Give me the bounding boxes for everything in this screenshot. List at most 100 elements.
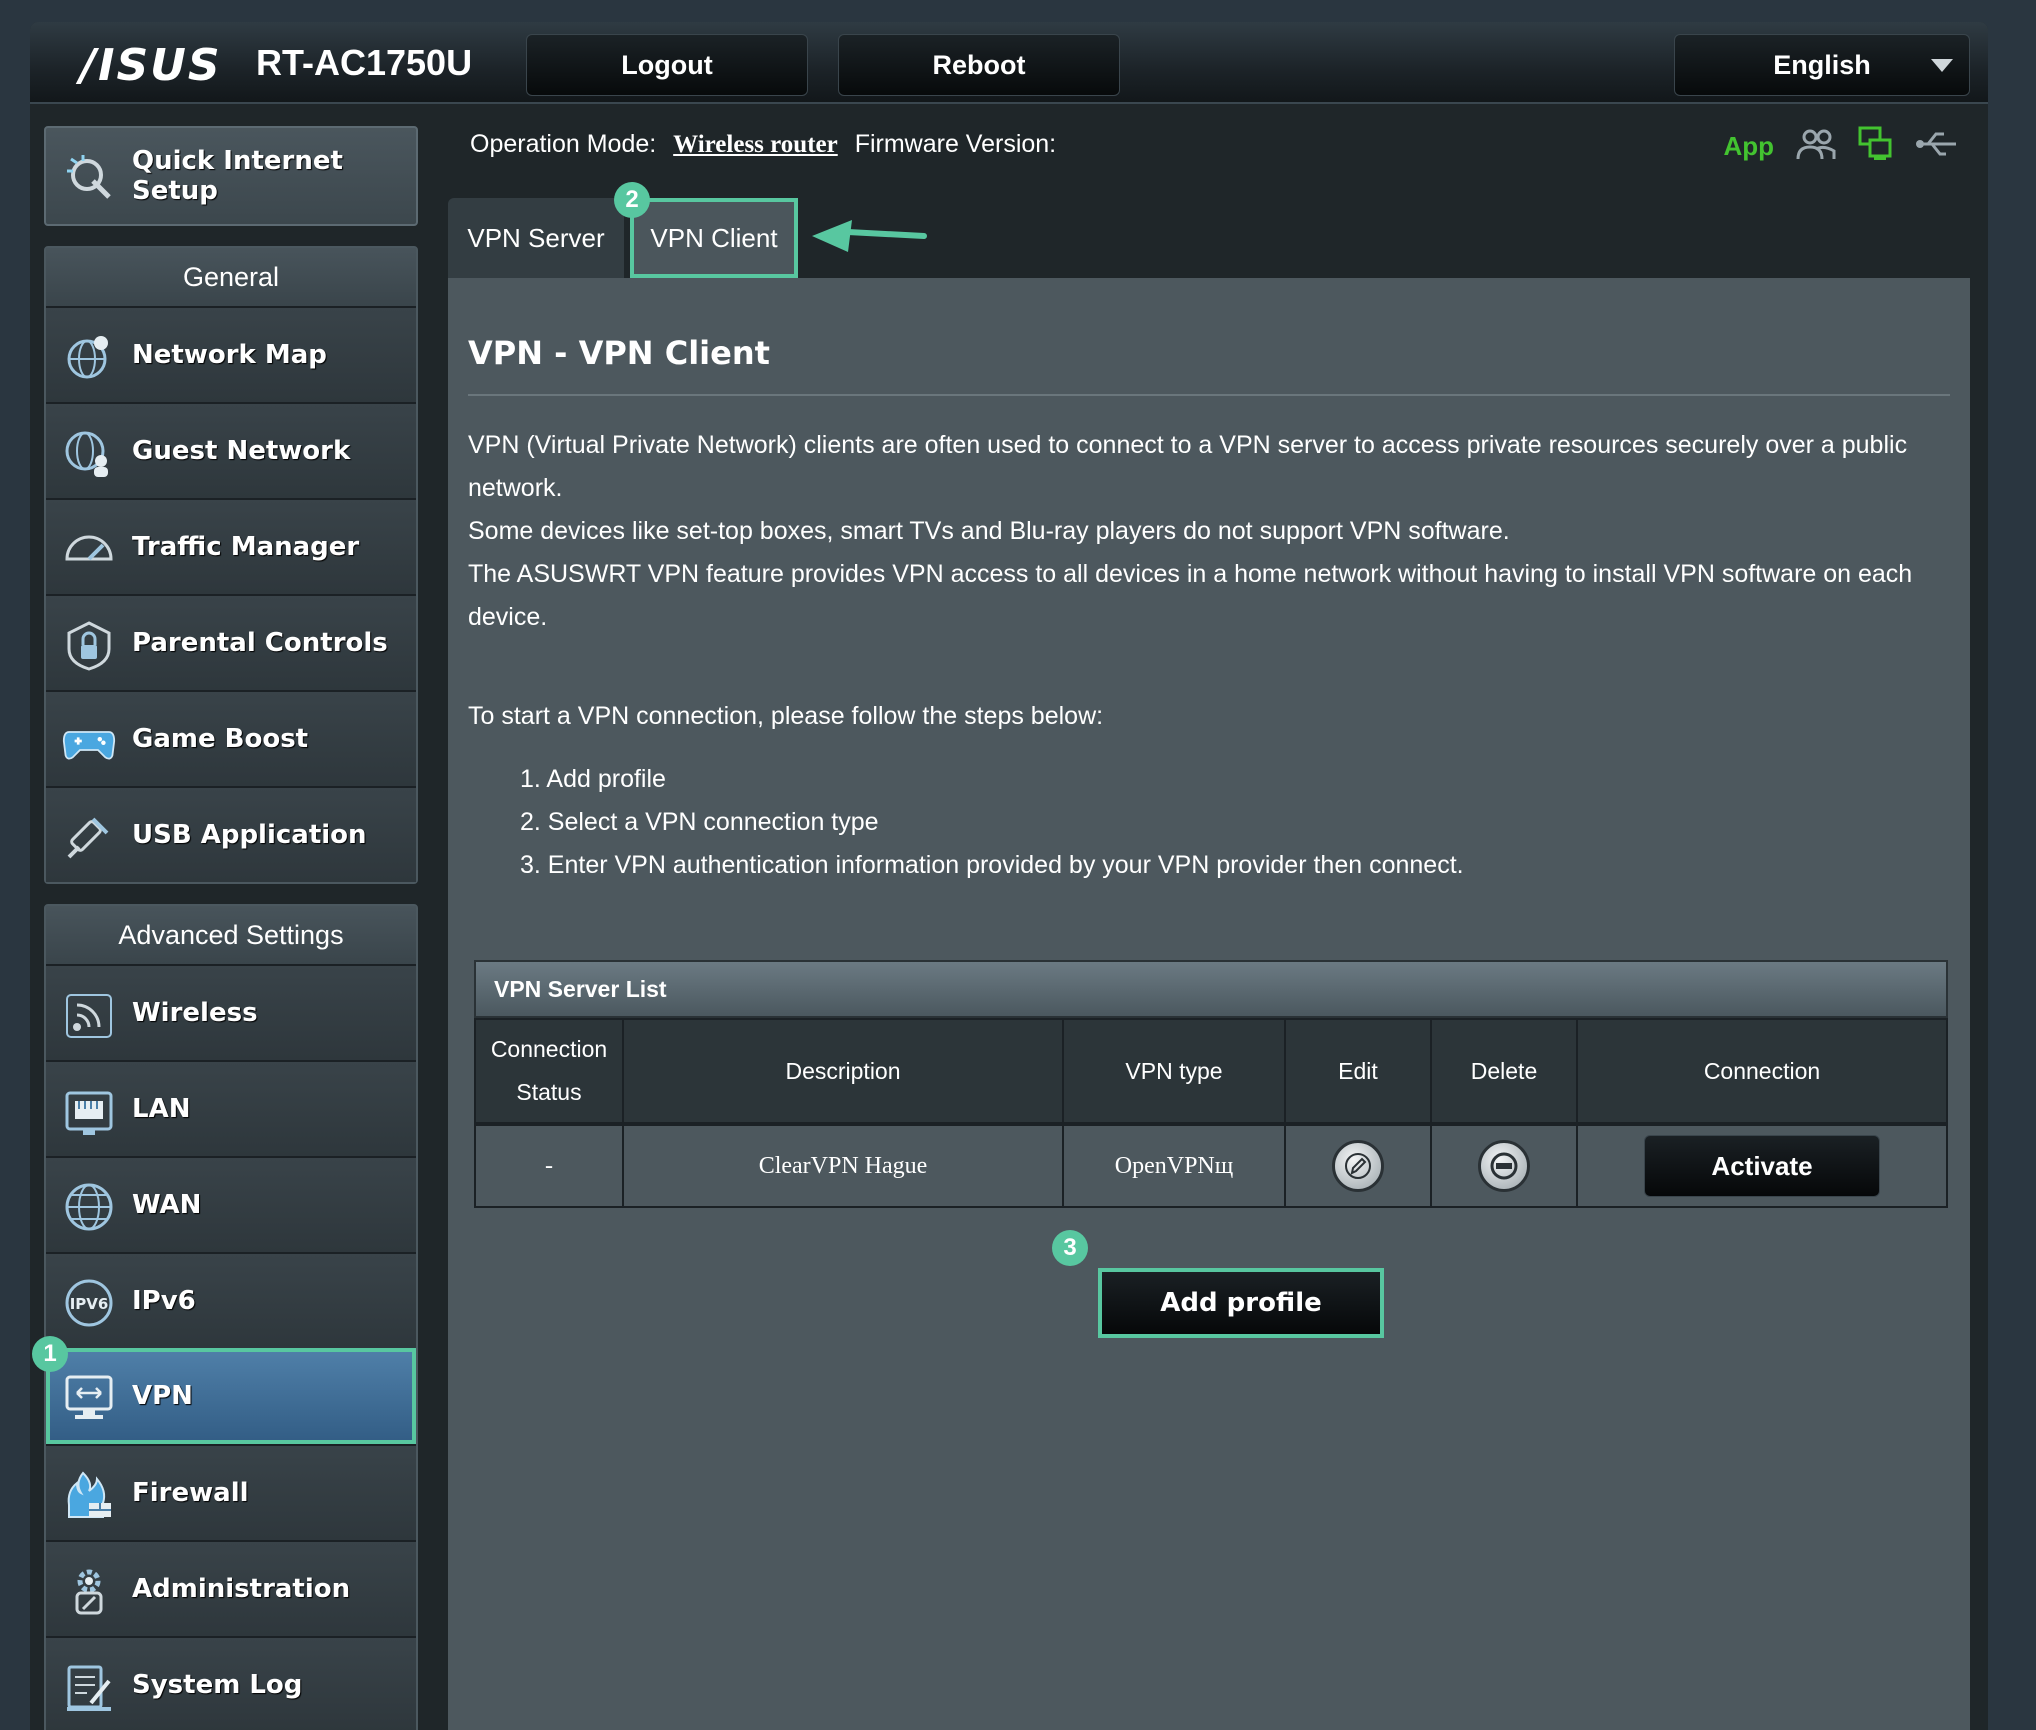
reboot-button[interactable]: Reboot <box>838 34 1120 96</box>
column-header-edit: Edit <box>1286 1020 1432 1122</box>
sidebar-item-ipv6[interactable]: IPV6 IPv6 <box>46 1252 416 1348</box>
edit-pencil-icon[interactable] <box>1332 1140 1384 1192</box>
sidebar: Quick Internet Setup General Network Map… <box>44 126 418 1730</box>
step-badge-3: 3 <box>1052 1230 1088 1266</box>
clients-icon[interactable] <box>1796 127 1836 166</box>
general-menu: General Network Map Guest Network Traffi… <box>44 246 418 884</box>
vpn-description: VPN (Virtual Private Network) clients ar… <box>468 424 1948 639</box>
sidebar-item-system-log[interactable]: System Log <box>46 1636 416 1730</box>
step-badge-1: 1 <box>32 1336 68 1372</box>
step-badge-2: 2 <box>614 182 650 218</box>
admin-gear-icon <box>62 1564 116 1618</box>
sidebar-item-label: Game Boost <box>132 724 309 754</box>
description-paragraph: Some devices like set-top boxes, smart T… <box>468 517 1510 545</box>
description-cell: ClearVPN Hague <box>624 1126 1064 1206</box>
pointer-arrow-icon <box>812 220 927 252</box>
description-paragraph: VPN (Virtual Private Network) clients ar… <box>468 431 1908 502</box>
connection-cell: Activate <box>1578 1126 1946 1206</box>
operation-mode-label: Operation Mode: <box>470 130 657 158</box>
general-heading: General <box>46 248 416 306</box>
sidebar-item-label: IPv6 <box>132 1286 196 1316</box>
ipv6-globe-icon: IPV6 <box>62 1276 116 1330</box>
column-header-vpn-type: VPN type <box>1064 1020 1286 1122</box>
step-item: 3. Enter VPN authentication information … <box>520 851 1464 879</box>
vpn-type-cell: OpenVPNщ <box>1064 1126 1286 1206</box>
title-divider <box>468 394 1950 396</box>
sidebar-item-parental-controls[interactable]: Parental Controls <box>46 594 416 690</box>
sidebar-item-label: Network Map <box>132 340 327 370</box>
sidebar-item-firewall[interactable]: Firewall <box>46 1444 416 1540</box>
vpn-server-list-title: VPN Server List <box>474 960 1948 1018</box>
lock-shield-icon <box>62 618 116 672</box>
sidebar-item-label: Administration <box>132 1574 351 1604</box>
quick-internet-setup-button[interactable]: Quick Internet Setup <box>44 126 418 226</box>
step-item: 2. Select a VPN connection type <box>520 808 879 836</box>
firewall-icon <box>62 1468 116 1522</box>
sidebar-item-label: WAN <box>132 1190 202 1220</box>
sidebar-item-label: System Log <box>132 1670 303 1700</box>
steps-list: 1. Add profile 2. Select a VPN connectio… <box>520 758 1464 887</box>
app-link[interactable]: App <box>1723 131 1774 162</box>
asus-logo: /ISUS <box>80 40 222 91</box>
tab-vpn-server[interactable]: VPN Server <box>448 198 624 278</box>
globe-pin-icon <box>62 330 116 384</box>
wifi-icon <box>62 988 116 1042</box>
firmware-version-label: Firmware Version: <box>854 130 1057 158</box>
column-header-description: Description <box>624 1020 1064 1122</box>
table-row: - ClearVPN Hague OpenVPNщ Activate <box>474 1124 1948 1208</box>
column-header-connection: Connection <box>1703 1057 1821 1084</box>
advanced-settings-heading: Advanced Settings <box>46 906 416 964</box>
sidebar-item-usb-application[interactable]: USB Application <box>46 786 416 882</box>
usb-icon[interactable] <box>1916 129 1958 164</box>
sidebar-item-network-map[interactable]: Network Map <box>46 306 416 402</box>
quick-setup-label: Quick Internet Setup <box>132 146 343 206</box>
svg-text:IPV6: IPV6 <box>70 1295 109 1313</box>
logout-button[interactable]: Logout <box>526 34 808 96</box>
sidebar-item-game-boost[interactable]: Game Boost <box>46 690 416 786</box>
system-log-icon <box>62 1660 116 1714</box>
lan-port-icon <box>62 1084 116 1138</box>
sidebar-item-label: Traffic Manager <box>132 532 360 562</box>
table-header-row: Connection Status Description VPN type Ed… <box>474 1018 1948 1124</box>
tab-vpn-client[interactable]: VPN Client <box>630 198 798 278</box>
column-header-delete: Delete <box>1432 1020 1578 1122</box>
status-icons: App <box>1723 126 1958 167</box>
sidebar-item-guest-network[interactable]: Guest Network <box>46 402 416 498</box>
sidebar-item-wan[interactable]: WAN <box>46 1156 416 1252</box>
sidebar-item-label: USB Application <box>132 820 367 850</box>
sidebar-item-label: LAN <box>132 1094 191 1124</box>
edit-cell <box>1286 1126 1432 1206</box>
chevron-down-icon <box>1931 59 1953 72</box>
delete-minus-icon[interactable] <box>1478 1140 1530 1192</box>
steps-intro: To start a VPN connection, please follow… <box>468 702 1104 730</box>
activate-button[interactable]: Activate <box>1644 1135 1880 1197</box>
vpn-monitor-icon <box>62 1370 116 1424</box>
column-header-text: Status <box>516 1079 582 1105</box>
globe-people-icon <box>62 426 116 480</box>
speedometer-icon <box>62 522 116 576</box>
add-profile-button[interactable]: Add profile <box>1098 1268 1384 1338</box>
sidebar-item-wireless[interactable]: Wireless <box>46 964 416 1060</box>
sidebar-item-label: Parental Controls <box>132 628 388 658</box>
sidebar-item-label: Wireless <box>132 998 258 1028</box>
network-status-icon[interactable] <box>1858 126 1894 167</box>
column-header-text: Connection <box>490 1036 608 1062</box>
sidebar-item-administration[interactable]: Administration <box>46 1540 416 1636</box>
language-select[interactable]: English <box>1674 34 1970 96</box>
top-bar: /ISUS RT-AC1750U Logout Reboot English <box>30 22 1988 104</box>
step-item: 1. Add profile <box>520 765 666 793</box>
main-content-panel: VPN - VPN Client VPN (Virtual Private Ne… <box>448 278 1970 1730</box>
magic-wand-icon <box>62 150 116 204</box>
page-title: VPN - VPN Client <box>468 334 770 372</box>
sidebar-item-traffic-manager[interactable]: Traffic Manager <box>46 498 416 594</box>
sidebar-item-label: Guest Network <box>132 436 351 466</box>
operation-mode-line: Operation Mode: Wireless router Firmware… <box>470 130 1056 159</box>
sidebar-item-label: Firewall <box>132 1478 249 1508</box>
sidebar-item-lan[interactable]: LAN <box>46 1060 416 1156</box>
operation-mode-link[interactable]: Wireless router <box>673 131 838 158</box>
gamepad-icon <box>62 714 116 768</box>
sidebar-item-label: VPN <box>132 1381 193 1411</box>
sidebar-item-vpn[interactable]: VPN <box>46 1348 416 1444</box>
router-admin-window: /ISUS RT-AC1750U Logout Reboot English Q… <box>30 22 1988 1730</box>
router-model: RT-AC1750U <box>256 42 473 83</box>
